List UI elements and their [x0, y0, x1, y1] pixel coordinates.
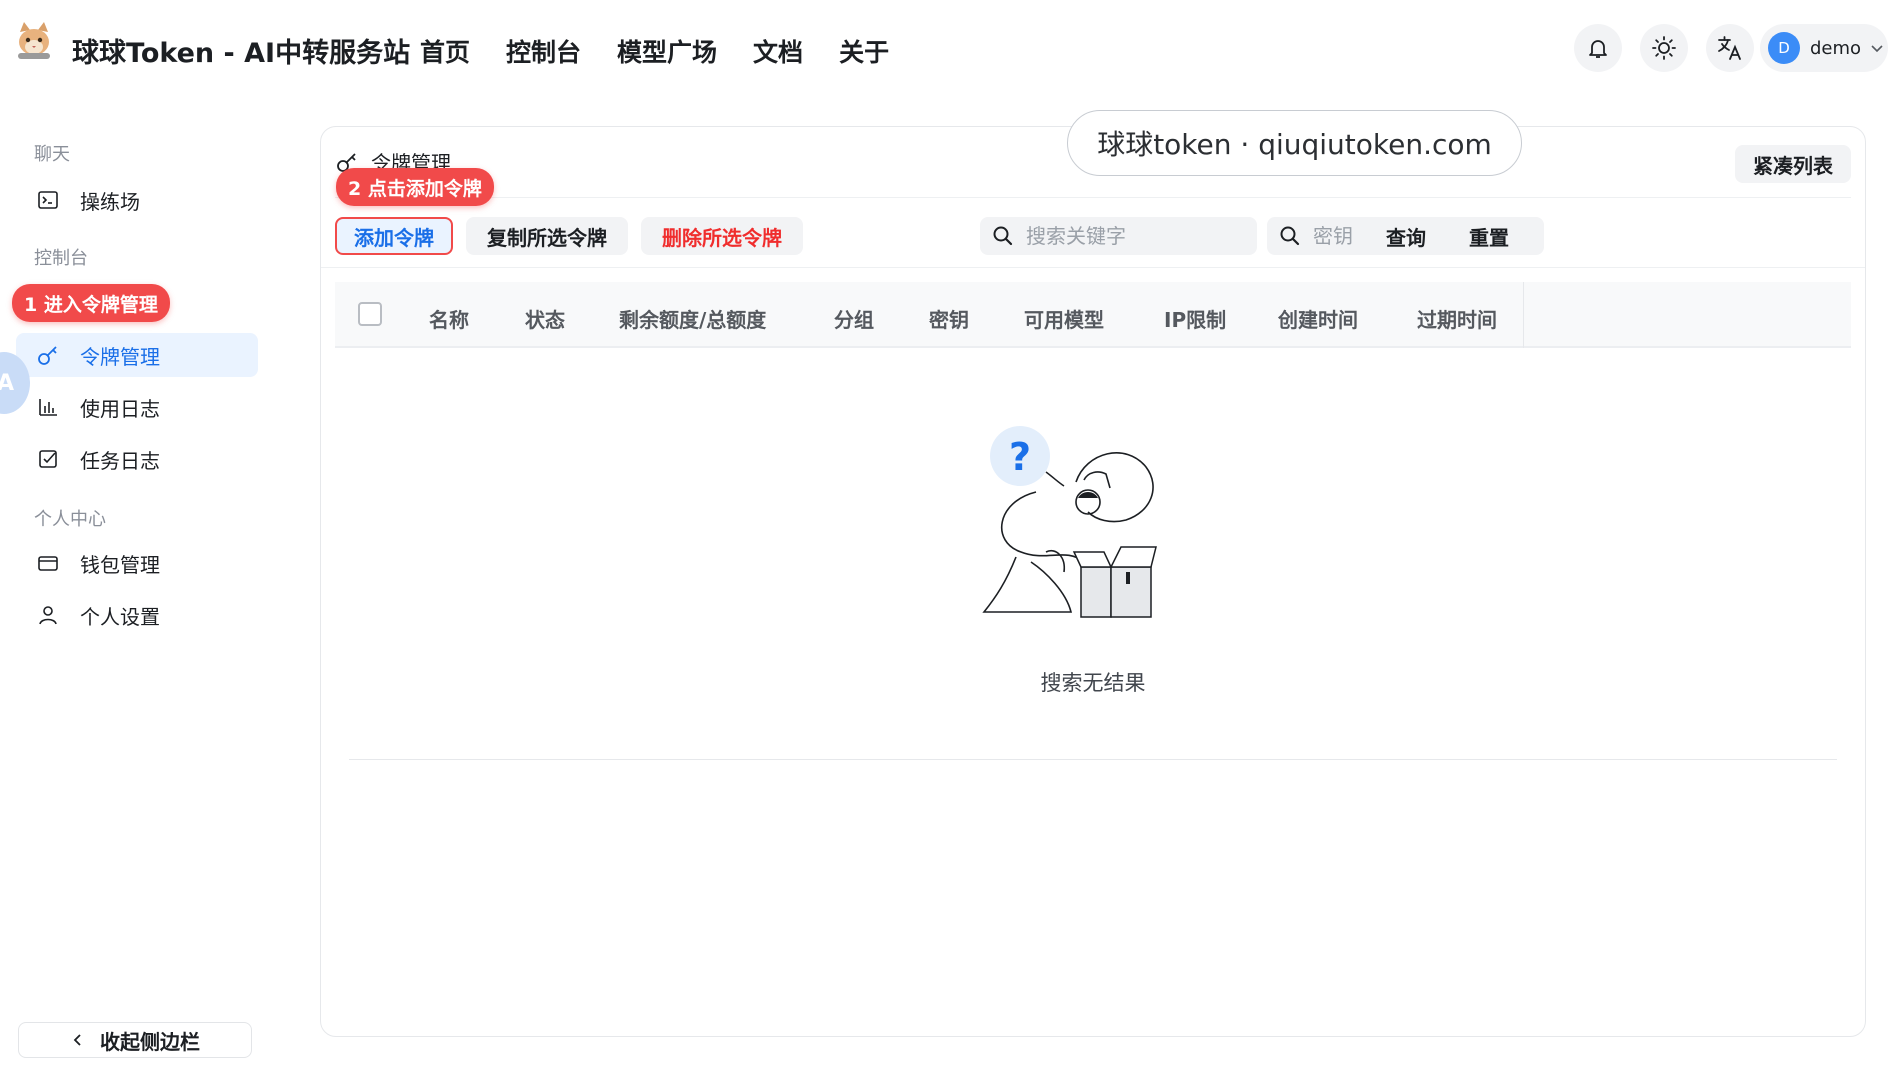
column-header-quota[interactable]: 剩余额度/总额度 — [619, 304, 766, 333]
theme-toggle-button[interactable] — [1640, 24, 1688, 72]
sidebar-item-usage-log[interactable]: 使用日志 — [16, 385, 258, 429]
chevron-down-icon — [1871, 45, 1883, 53]
column-header-ip-limit[interactable]: IP限制 — [1164, 304, 1226, 333]
divider — [349, 759, 1837, 760]
divider — [335, 197, 1851, 198]
user-name: demo — [1810, 37, 1862, 59]
compact-list-button[interactable]: 紧凑列表 — [1735, 145, 1851, 183]
collapse-sidebar-label: 收起侧边栏 — [100, 1029, 200, 1054]
terminal-icon — [36, 188, 60, 212]
watermark-banner: 球球token · qiuqiutoken.com — [1067, 110, 1522, 176]
column-divider — [1523, 282, 1524, 348]
sidebar-item-wallet[interactable]: 钱包管理 — [16, 541, 258, 585]
avatar: D — [1768, 32, 1800, 64]
column-header-expires[interactable]: 过期时间 — [1417, 304, 1497, 333]
sidebar-group-personal: 个人中心 — [34, 509, 106, 530]
nav-model-market[interactable]: 模型广场 — [617, 33, 717, 69]
sidebar-item-tokens[interactable]: 令牌管理 — [16, 333, 258, 377]
bell-icon — [1589, 40, 1607, 58]
language-button[interactable] — [1706, 24, 1754, 72]
table-header: 名称 状态 剩余额度/总额度 分组 密钥 可用模型 IP限制 创建时间 过期时间 — [335, 282, 1851, 348]
callout-step-2: 2 点击添加令牌 — [336, 168, 494, 206]
sidebar-item-label: 个人设置 — [80, 604, 160, 629]
sidebar-item-task-log[interactable]: 任务日志 — [16, 437, 258, 481]
notification-button[interactable] — [1574, 24, 1622, 72]
sun-icon — [1652, 36, 1676, 60]
translate-icon — [1718, 36, 1741, 60]
nav-docs[interactable]: 文档 — [753, 33, 803, 69]
column-header-name[interactable]: 名称 — [429, 304, 469, 333]
keyword-search-field[interactable] — [980, 217, 1257, 255]
top-header: 球球Token - AI中转服务站 首页 控制台 模型广场 文档 关于 D de… — [0, 0, 1899, 82]
sidebar-item-settings[interactable]: 个人设置 — [16, 593, 258, 637]
top-nav: 首页 控制台 模型广场 文档 关于 — [420, 33, 925, 69]
reset-button[interactable]: 重置 — [1450, 217, 1528, 255]
svg-text:?: ? — [1009, 435, 1031, 479]
nav-about[interactable]: 关于 — [839, 33, 889, 69]
column-header-key[interactable]: 密钥 — [929, 304, 969, 333]
sidebar-item-label: 令牌管理 — [80, 344, 160, 369]
column-header-status[interactable]: 状态 — [525, 304, 565, 333]
cat-logo[interactable] — [14, 20, 54, 60]
nav-console[interactable]: 控制台 — [506, 33, 581, 69]
user-menu[interactable]: D demo — [1760, 24, 1888, 72]
column-header-group[interactable]: 分组 — [834, 304, 874, 333]
sidebar-item-label: 操练场 — [80, 189, 140, 214]
sidebar-item-playground[interactable]: 操练场 — [16, 178, 258, 222]
column-header-models[interactable]: 可用模型 — [1024, 304, 1104, 333]
keyword-search-input[interactable] — [1026, 224, 1226, 248]
column-header-created[interactable]: 创建时间 — [1278, 304, 1358, 333]
sidebar-item-label: 使用日志 — [80, 396, 160, 421]
nav-home[interactable]: 首页 — [420, 33, 470, 69]
user-icon — [36, 603, 60, 627]
add-token-button[interactable]: 添加令牌 — [335, 217, 453, 255]
sidebar-group-chat: 聊天 — [34, 144, 70, 165]
callout-step-1: 1 进入令牌管理 — [12, 284, 170, 322]
divider — [321, 267, 1865, 268]
select-all-checkbox[interactable] — [358, 302, 382, 326]
empty-state-illustration: ? — [976, 412, 1206, 632]
query-button[interactable]: 查询 — [1376, 217, 1436, 255]
empty-state-text: 搜索无结果 — [1040, 671, 1146, 695]
bar-chart-icon — [36, 395, 60, 419]
key-icon — [36, 343, 60, 367]
token-management-card: 令牌管理 紧凑列表 添加令牌 复制所选令牌 删除所选令牌 查询 重置 名称 状态… — [320, 126, 1866, 1037]
delete-selected-tokens-button[interactable]: 删除所选令牌 — [641, 217, 803, 255]
sidebar-item-label: 钱包管理 — [80, 552, 160, 577]
chevron-left-icon — [73, 1034, 81, 1046]
site-title[interactable]: 球球Token - AI中转服务站 — [72, 31, 410, 70]
checkbox-icon — [36, 447, 60, 471]
collapse-sidebar-button[interactable]: 收起侧边栏 — [18, 1022, 252, 1058]
sidebar-group-console: 控制台 — [34, 248, 88, 269]
search-icon — [993, 226, 1013, 246]
sidebar-item-label: 任务日志 — [80, 448, 160, 473]
search-icon — [1280, 226, 1300, 246]
copy-selected-tokens-button[interactable]: 复制所选令牌 — [466, 217, 628, 255]
credit-card-icon — [36, 551, 60, 575]
